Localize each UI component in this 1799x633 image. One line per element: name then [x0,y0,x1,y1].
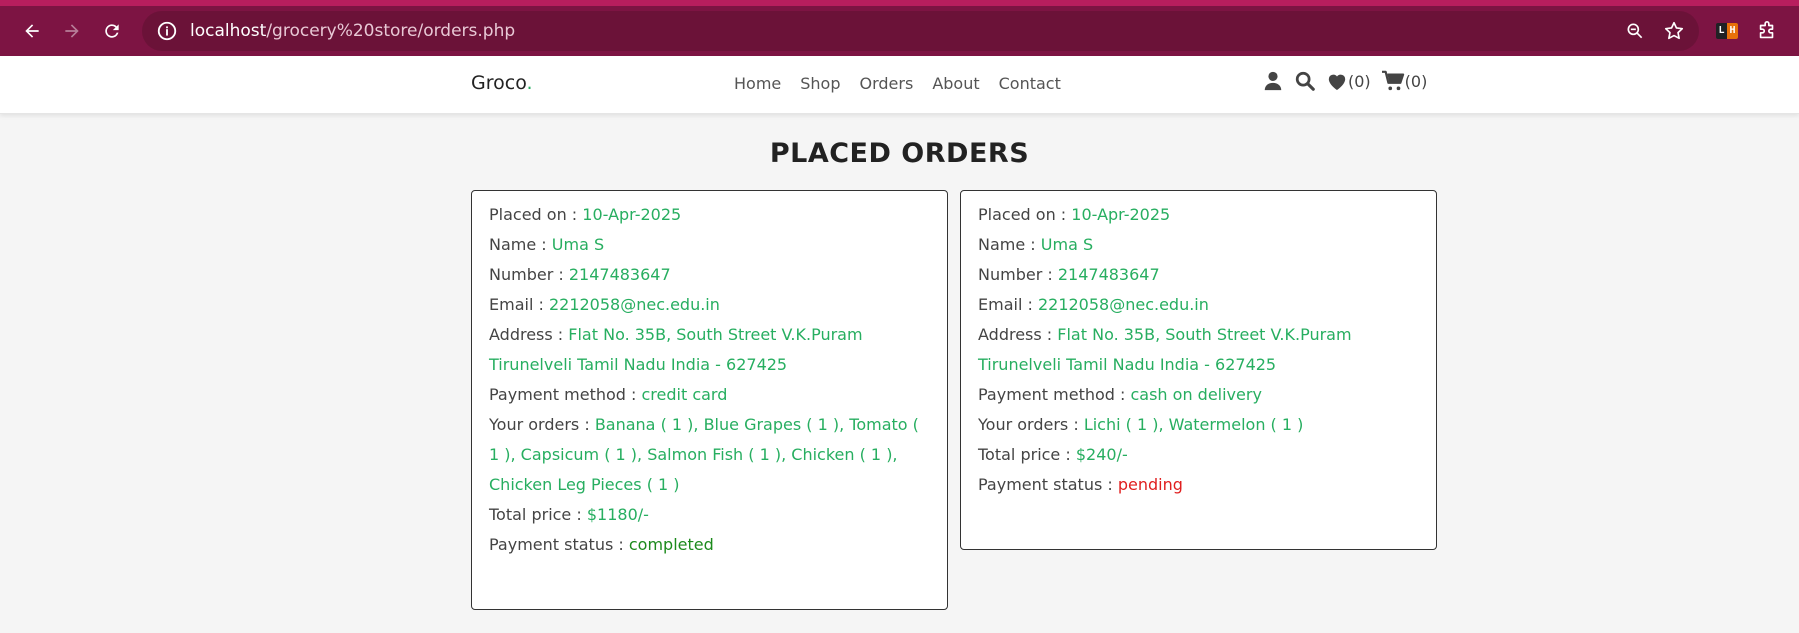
site-header: Groco. Home Shop Orders About Contact (0… [0,56,1799,114]
forward-button[interactable] [52,11,92,51]
info-icon[interactable] [156,20,178,42]
order-payment-status: Payment status : pending [978,475,1183,494]
site-logo[interactable]: Groco. [471,72,533,94]
cart-icon [1381,70,1404,91]
cart-button[interactable]: (0) [1381,70,1428,92]
order-address: Address : Flat No. 35B, South Street V.K… [489,325,863,374]
page-title: PLACED ORDERS [769,138,1030,169]
puzzle-icon [1759,21,1774,39]
order-payment-method: Payment method : credit card [489,385,728,404]
order-total-price: Total price : $240/- [978,445,1128,464]
nav-orders[interactable]: Orders [860,74,914,93]
order-email: Email : 2212058@nec.edu.in [978,295,1209,314]
heart-icon [1328,74,1346,91]
reload-button[interactable] [92,11,132,51]
order-name: Name : Uma S [489,235,605,254]
order-payment-status: Payment status : completed [489,535,714,554]
arrow-left-icon [25,24,39,38]
nav-home[interactable]: Home [734,74,781,93]
order-number: Number : 2147483647 [978,265,1160,284]
address-bar[interactable]: localhost/grocery%20store/orders.php [142,11,1699,51]
order-card: Placed on : 10-Apr-2025 Name : Uma S Num… [960,190,1437,550]
extensions-button[interactable] [1747,11,1787,51]
arrow-right-icon [65,24,79,38]
wishlist-button[interactable]: (0) [1326,71,1371,91]
status-badge: completed [628,535,714,554]
nav-contact[interactable]: Contact [999,74,1061,93]
back-button[interactable] [12,11,52,51]
lighthouse-icon: LH [1716,23,1738,39]
wishlist-count: (0) [1348,71,1371,91]
order-number: Number : 2147483647 [489,265,671,284]
reload-icon [105,24,119,38]
status-badge: pending [1117,475,1183,494]
nav-about[interactable]: About [932,74,979,93]
user-icon [1264,71,1282,91]
nav-shop[interactable]: Shop [800,74,840,93]
order-address: Address : Flat No. 35B, South Street V.K… [978,325,1352,374]
order-placed-on: Placed on : 10-Apr-2025 [489,205,682,224]
order-email: Email : 2212058@nec.edu.in [489,295,720,314]
main-nav: Home Shop Orders About Contact [734,74,1061,93]
search-icon [1295,71,1315,91]
lighthouse-extension[interactable]: LH [1707,11,1747,51]
url-host: localhost [190,21,267,41]
order-items: Your orders : Lichi ( 1 ), Watermelon ( … [978,415,1304,434]
user-button[interactable] [1262,70,1284,92]
zoom-icon[interactable] [1625,21,1645,41]
header-icons: (0) (0) [1262,70,1427,92]
order-card: Placed on : 10-Apr-2025 Name : Uma S Num… [471,190,948,610]
order-total-price: Total price : $1180/- [489,505,649,524]
cart-count: (0) [1404,71,1428,91]
order-placed-on: Placed on : 10-Apr-2025 [978,205,1171,224]
search-button[interactable] [1294,70,1316,92]
order-items: Your orders : Banana ( 1 ), Blue Grapes … [489,415,919,494]
star-icon[interactable] [1663,20,1685,42]
order-payment-method: Payment method : cash on delivery [978,385,1262,404]
browser-toolbar: localhost/grocery%20store/orders.php LH [0,0,1799,56]
order-name: Name : Uma S [978,235,1094,254]
url-path: /grocery%20store/orders.php [266,21,516,41]
